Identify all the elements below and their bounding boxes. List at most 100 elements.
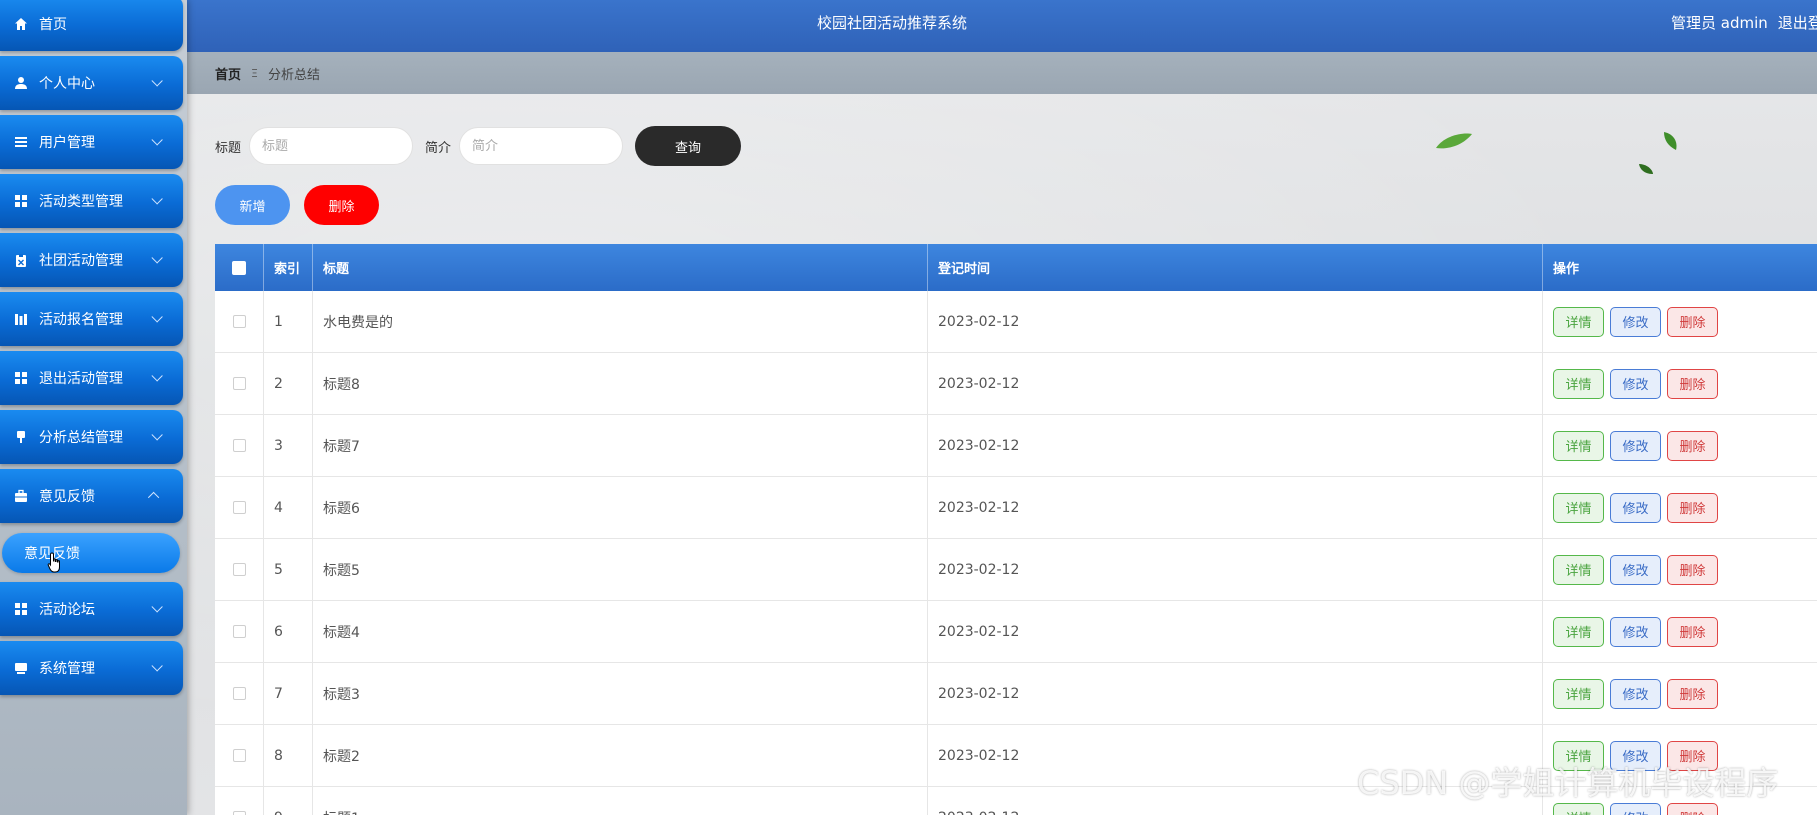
- sidebar-item-feedback[interactable]: 意见反馈: [0, 469, 183, 523]
- detail-button[interactable]: 详情: [1553, 802, 1604, 815]
- sidebar-item-analysis-summary-management[interactable]: 分析总结管理: [0, 410, 183, 464]
- edit-button[interactable]: 修改: [1610, 616, 1661, 647]
- sidebar: 首页 个人中心 用户管理 活动类型管理 社团活动管理 活动报名管理 退出活动管理…: [0, 0, 187, 815]
- home-icon: [13, 16, 29, 32]
- header-select-all[interactable]: [215, 244, 264, 291]
- select-all-checkbox[interactable]: [232, 260, 246, 275]
- logout-link[interactable]: 退出登录: [1778, 12, 1817, 33]
- sidebar-item-quit-activity-management[interactable]: 退出活动管理: [0, 351, 183, 405]
- batch-delete-button[interactable]: 删除: [304, 185, 379, 225]
- grid-icon: [13, 601, 29, 617]
- edit-button[interactable]: 修改: [1610, 802, 1661, 815]
- row-title: 标题7: [313, 415, 928, 476]
- delete-button[interactable]: 删除: [1667, 554, 1718, 585]
- user-area: 管理员 admin 退出登录: [1671, 0, 1817, 45]
- detail-button[interactable]: 详情: [1553, 306, 1604, 337]
- detail-button[interactable]: 详情: [1553, 554, 1604, 585]
- row-index: 6: [264, 601, 313, 662]
- add-button[interactable]: 新增: [215, 185, 290, 225]
- row-title: 标题4: [313, 601, 928, 662]
- row-checkbox[interactable]: [232, 377, 246, 390]
- table-row: 4 标题6 2023-02-12 详情 修改 删除: [215, 477, 1817, 539]
- delete-button[interactable]: 删除: [1667, 492, 1718, 523]
- row-index: 9: [264, 787, 313, 815]
- row-checkbox[interactable]: [232, 687, 246, 700]
- row-date: 2023-02-12: [928, 477, 1543, 538]
- row-select-cell: [215, 601, 264, 662]
- sidebar-item-user-management[interactable]: 用户管理: [0, 115, 183, 169]
- row-checkbox[interactable]: [232, 439, 246, 452]
- leaf-decoration-icon: [1436, 133, 1472, 149]
- detail-button[interactable]: 详情: [1553, 678, 1604, 709]
- edit-button[interactable]: 修改: [1610, 430, 1661, 461]
- sidebar-item-activity-type-management[interactable]: 活动类型管理: [0, 174, 183, 228]
- delete-button[interactable]: 删除: [1667, 616, 1718, 647]
- row-operations: 详情修改删除: [1543, 477, 1817, 538]
- detail-button[interactable]: 详情: [1553, 492, 1604, 523]
- title-search-input[interactable]: [249, 127, 414, 165]
- delete-button[interactable]: 删除: [1667, 678, 1718, 709]
- edit-button[interactable]: 修改: [1610, 492, 1661, 523]
- row-operations: 详情修改删除: [1543, 539, 1817, 600]
- chevron-down-icon: [151, 75, 163, 87]
- row-select-cell: [215, 477, 264, 538]
- breadcrumb-home[interactable]: 首页: [215, 64, 241, 83]
- row-title: 标题8: [313, 353, 928, 414]
- delete-button[interactable]: 删除: [1667, 368, 1718, 399]
- search-bar: 标题 简介 查询: [215, 126, 742, 166]
- chevron-down-icon: [151, 311, 163, 323]
- chevron-down-icon: [151, 370, 163, 382]
- row-title: 标题6: [313, 477, 928, 538]
- chevron-down-icon: [151, 429, 163, 441]
- query-button[interactable]: 查询: [635, 126, 742, 166]
- row-checkbox[interactable]: [232, 563, 246, 576]
- row-select-cell: [215, 291, 264, 352]
- edit-button[interactable]: 修改: [1610, 368, 1661, 399]
- admin-user-label: 管理员 admin: [1671, 14, 1768, 32]
- sidebar-item-activity-signup-management[interactable]: 活动报名管理: [0, 292, 183, 346]
- row-checkbox[interactable]: [232, 811, 246, 815]
- leaf-decoration-icon: [1639, 164, 1653, 174]
- sidebar-item-activity-forum[interactable]: 活动论坛: [0, 582, 183, 636]
- watermark: CSDN @学姐计算机毕设程序: [1357, 764, 1779, 802]
- submenu-item-feedback[interactable]: 意见反馈: [2, 533, 180, 573]
- sidebar-item-label: 退出活动管理: [39, 371, 123, 387]
- row-index: 7: [264, 663, 313, 724]
- row-date: 2023-02-12: [928, 539, 1543, 600]
- sidebar-item-label: 社团活动管理: [39, 253, 123, 269]
- detail-button[interactable]: 详情: [1553, 368, 1604, 399]
- column-header-operations: 操作: [1553, 262, 1580, 277]
- briefcase-icon: [13, 488, 29, 504]
- row-checkbox[interactable]: [232, 315, 246, 328]
- app-title: 校园社团活动推荐系统: [816, 14, 967, 32]
- detail-button[interactable]: 详情: [1553, 616, 1604, 647]
- delete-button[interactable]: 删除: [1667, 430, 1718, 461]
- list-icon: [13, 134, 29, 150]
- leaf-decoration-icon: [1664, 132, 1677, 150]
- clipboard-icon: [13, 252, 29, 268]
- row-checkbox[interactable]: [232, 749, 246, 762]
- row-date: 2023-02-12: [928, 415, 1543, 476]
- sidebar-item-label: 个人中心: [39, 76, 95, 92]
- sidebar-item-label: 分析总结管理: [39, 430, 123, 446]
- sidebar-item-system-management[interactable]: 系统管理: [0, 641, 183, 695]
- row-index: 5: [264, 539, 313, 600]
- sidebar-item-label: 系统管理: [39, 661, 95, 677]
- edit-button[interactable]: 修改: [1610, 678, 1661, 709]
- delete-button[interactable]: 删除: [1667, 306, 1718, 337]
- edit-button[interactable]: 修改: [1610, 306, 1661, 337]
- detail-button[interactable]: 详情: [1553, 430, 1604, 461]
- edit-button[interactable]: 修改: [1610, 554, 1661, 585]
- row-select-cell: [215, 787, 264, 815]
- row-checkbox[interactable]: [232, 625, 246, 638]
- sidebar-item-personal-center[interactable]: 个人中心: [0, 56, 183, 110]
- monitor-icon: [13, 660, 29, 676]
- sidebar-item-label: 活动报名管理: [39, 312, 123, 328]
- row-checkbox[interactable]: [232, 501, 246, 514]
- row-date: 2023-02-12: [928, 601, 1543, 662]
- delete-button[interactable]: 删除: [1667, 802, 1718, 815]
- sidebar-item-club-activity-management[interactable]: 社团活动管理: [0, 233, 183, 287]
- sidebar-item-home[interactable]: 首页: [0, 0, 183, 51]
- row-date: 2023-02-12: [928, 353, 1543, 414]
- intro-search-input[interactable]: [459, 127, 624, 165]
